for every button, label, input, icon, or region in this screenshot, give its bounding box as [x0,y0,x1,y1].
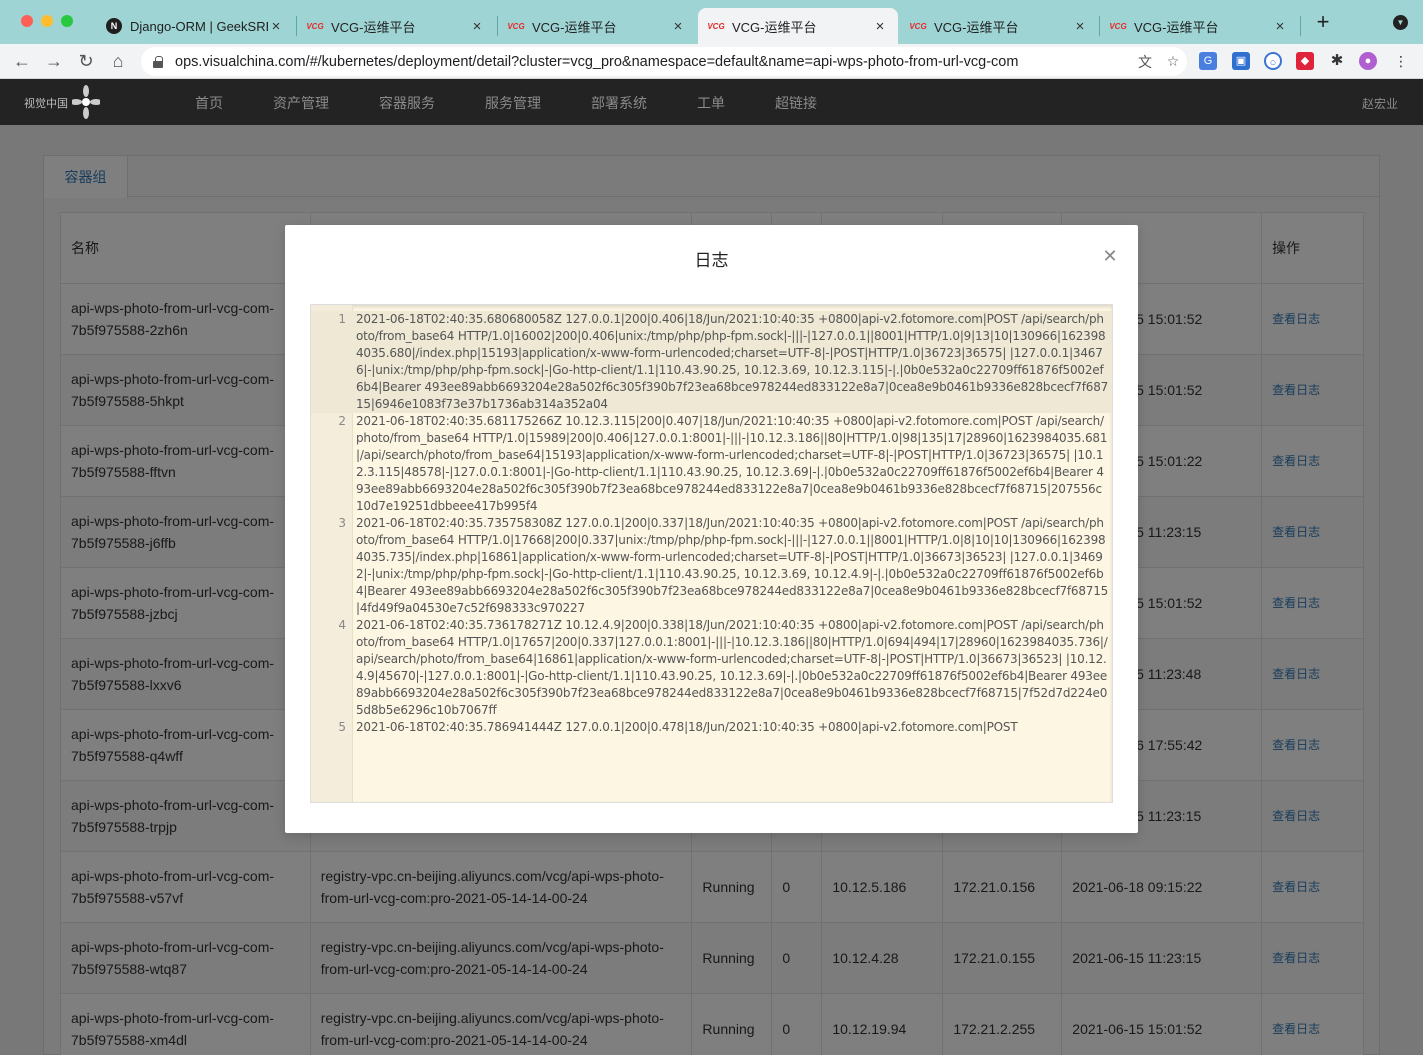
google-translate-extension-icon[interactable]: G [1199,52,1217,70]
nav-work-order[interactable]: 工单 [697,93,725,113]
tab-search-chevron-icon[interactable]: ▼ [1393,15,1408,30]
pocket-extension-icon[interactable]: ◆ [1296,52,1314,70]
tab-title: VCG-运维平台 [331,19,416,35]
lock-icon [153,55,163,68]
tab-close-icon[interactable]: × [872,18,888,35]
browser-tab[interactable]: N Django-ORM | GeekSRE × [96,8,294,44]
tab-close-icon[interactable]: × [1072,18,1088,35]
profile-avatar-icon[interactable]: ● [1359,52,1377,70]
circle-extension-icon[interactable]: ○ [1264,52,1282,70]
window-zoom-button[interactable] [61,15,73,27]
browser-tab[interactable]: VCG VCG-运维平台 × [498,8,696,44]
log-lines: 1 2021-06-18T02:40:35.680680058Z 127.0.0.… [311,311,1112,736]
kebab-menu-icon[interactable]: ⋮ [1392,52,1410,70]
tab-close-icon[interactable]: × [268,18,284,35]
window-extension-icon[interactable]: ▣ [1232,52,1250,70]
window-close-button[interactable] [21,15,33,27]
browser-tab[interactable]: VCG VCG-运维平台 × [297,8,495,44]
log-line-text: 2021-06-18T02:40:35.786941444Z 127.0.0.1… [356,720,1018,734]
user-name[interactable]: 赵宏业 [1362,95,1398,112]
close-icon[interactable]: ✕ [1101,247,1119,265]
log-line-text: 2021-06-18T02:40:35.681175266Z 10.12.3.1… [356,414,1108,513]
browser-tab-bar: N Django-ORM | GeekSRE × VCG VCG-运维平台 × … [0,0,1423,44]
django-favicon-icon: N [106,18,122,34]
log-line-text: 2021-06-18T02:40:35.735758308Z 127.0.0.1… [356,516,1109,615]
new-tab-plus-icon[interactable]: + [1312,11,1334,34]
forward-arrow-icon[interactable]: → [42,49,66,73]
log-line: 3 2021-06-18T02:40:35.735758308Z 127.0.0.… [311,515,1112,617]
log-line-number: 3 [338,516,346,530]
tab-title: VCG-运维平台 [732,19,817,35]
tab-close-icon[interactable]: × [1272,18,1288,35]
nav-home[interactable]: 首页 [195,93,223,113]
log-modal: 日志 ✕ 1 2021-06-18T02:40:35.680680058Z 127… [285,225,1138,833]
tab-title: VCG-运维平台 [1134,19,1219,35]
address-bar[interactable]: ops.visualchina.com/#/kubernetes/deploym… [141,47,1187,76]
log-line-number: 5 [338,720,346,734]
log-line: 5 2021-06-18T02:40:35.786941444Z 127.0.0.… [311,719,1112,736]
url-text[interactable]: ops.visualchina.com/#/kubernetes/deploym… [175,54,1131,70]
home-icon[interactable]: ⌂ [106,49,130,73]
log-viewer[interactable]: 1 2021-06-18T02:40:35.680680058Z 127.0.0.… [310,304,1113,803]
tab-separator [1300,16,1301,36]
browser-tab[interactable]: VCG VCG-运维平台 × [1100,8,1298,44]
translate-icon[interactable]: 文 [1131,52,1159,72]
log-line-text: 2021-06-18T02:40:35.680680058Z 127.0.0.1… [356,312,1109,411]
app-header: 视觉中国 首页 资产管理 容器服务 服务管理 部署系统 工单 超链接 赵宏业 [0,79,1423,125]
reload-icon[interactable]: ↻ [74,49,98,73]
nav-hyperlinks[interactable]: 超链接 [775,93,817,113]
modal-title: 日志 [694,251,729,270]
log-line-text: 2021-06-18T02:40:35.736178271Z 10.12.4.9… [356,618,1108,717]
vcg-favicon-icon: VCG [707,21,725,31]
puzzle-extensions-icon[interactable]: ✱ [1328,52,1346,70]
nav-service-management[interactable]: 服务管理 [485,93,541,113]
nav-asset-management[interactable]: 资产管理 [273,93,329,113]
tab-close-icon[interactable]: × [670,18,686,35]
log-line-number: 1 [338,312,346,326]
log-line: 2 2021-06-18T02:40:35.681175266Z 10.12.3.… [311,413,1112,515]
window-minimize-button[interactable] [41,15,53,27]
log-line: 1 2021-06-18T02:40:35.680680058Z 127.0.0.… [311,311,1112,413]
tab-title: VCG-运维平台 [532,19,617,35]
browser-tab[interactable]: VCG VCG-运维平台 × [900,8,1098,44]
tab-title: Django-ORM | GeekSRE [130,18,268,34]
bookmark-star-icon[interactable]: ☆ [1159,53,1187,70]
vcg-favicon-icon: VCG [306,21,324,31]
nav-container-service[interactable]: 容器服务 [379,93,435,113]
logo-text: 视觉中国 [24,98,68,110]
vcg-favicon-icon: VCG [507,21,525,31]
log-line-number: 2 [338,414,346,428]
back-arrow-icon[interactable]: ← [10,49,34,73]
vcg-favicon-icon: VCG [909,21,927,31]
logo-flower-icon [72,85,100,119]
vcg-favicon-icon: VCG [1109,21,1127,31]
vcg-logo[interactable]: 视觉中国 [24,85,100,119]
nav-deploy-system[interactable]: 部署系统 [591,93,647,113]
log-line: 4 2021-06-18T02:40:35.736178271Z 10.12.4.… [311,617,1112,719]
tab-title: VCG-运维平台 [934,19,1019,35]
browser-tab-active[interactable]: VCG VCG-运维平台 × [698,8,898,44]
browser-toolbar: ← → ↻ ⌂ ops.visualchina.com/#/kubernetes… [0,44,1423,79]
log-line-number: 4 [338,618,346,632]
tab-close-icon[interactable]: × [469,18,485,35]
